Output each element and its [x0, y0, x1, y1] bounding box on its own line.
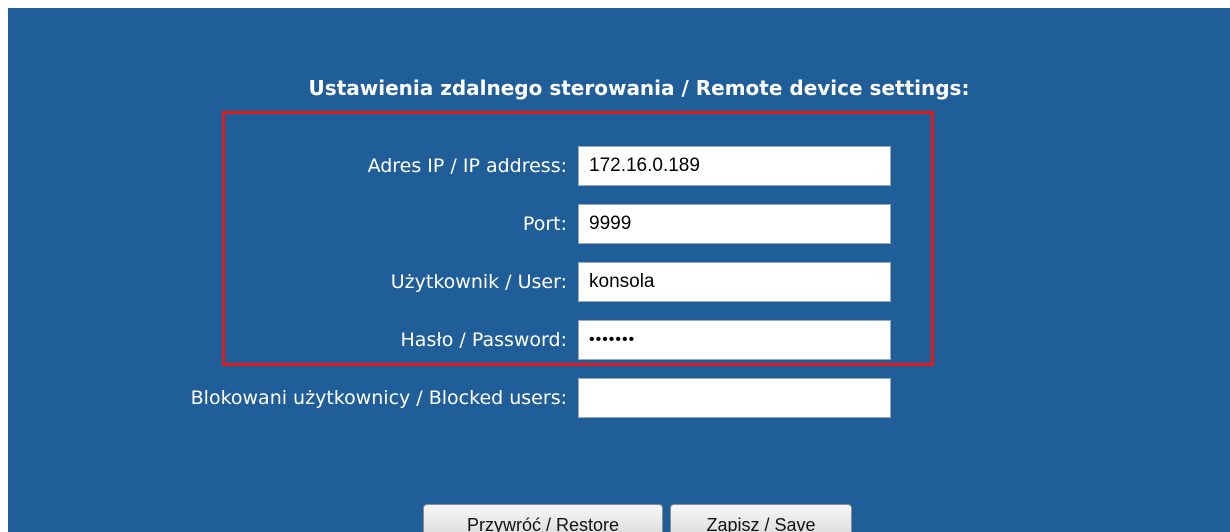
- user-input[interactable]: [578, 262, 891, 302]
- blocked-users-input[interactable]: [578, 378, 891, 418]
- user-row: Użytkownik / User:: [8, 262, 1230, 302]
- user-label: Użytkownik / User:: [390, 271, 567, 293]
- restore-button[interactable]: Przywróć / Restore: [423, 504, 663, 532]
- password-input[interactable]: [578, 320, 891, 360]
- port-input[interactable]: [578, 204, 891, 244]
- save-button[interactable]: Zapisz / Save: [670, 504, 852, 532]
- ip-address-row: Adres IP / IP address:: [8, 146, 1230, 186]
- password-row: Hasło / Password:: [8, 320, 1230, 360]
- settings-panel: Ustawienia zdalnego sterowania / Remote …: [8, 8, 1230, 532]
- blocked-users-label: Blokowani użytkownicy / Blocked users:: [190, 387, 567, 409]
- port-row: Port:: [8, 204, 1230, 244]
- password-label: Hasło / Password:: [400, 329, 567, 351]
- page-title: Ustawienia zdalnego sterowania / Remote …: [308, 76, 970, 100]
- port-label: Port:: [522, 213, 567, 235]
- ip-address-label: Adres IP / IP address:: [367, 155, 567, 177]
- blocked-users-row: Blokowani użytkownicy / Blocked users:: [8, 378, 1230, 418]
- ip-address-input[interactable]: [578, 146, 891, 186]
